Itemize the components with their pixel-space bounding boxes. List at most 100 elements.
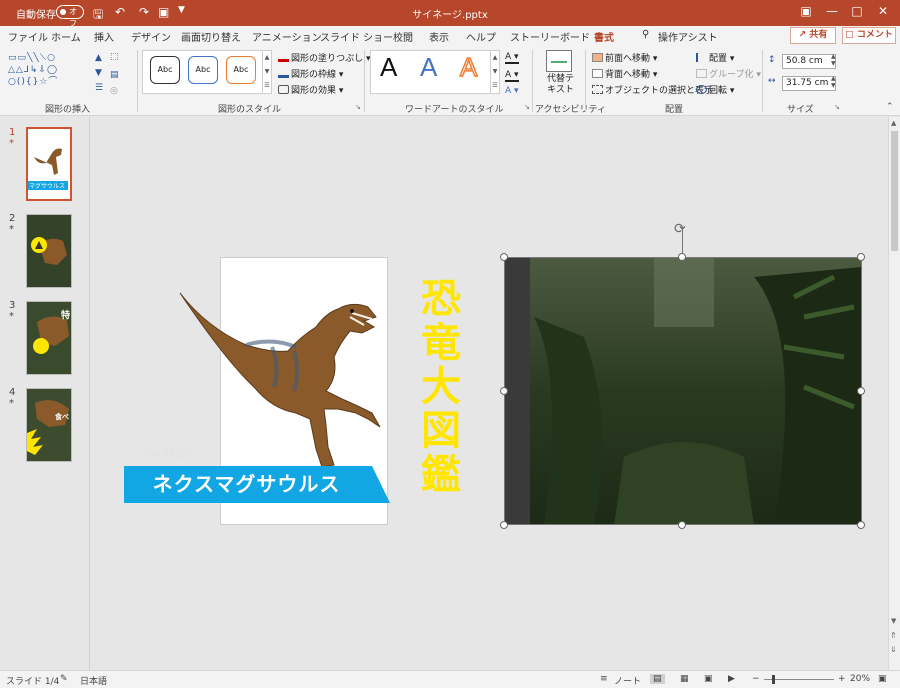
merge-shapes-icon: ◎ xyxy=(110,86,118,96)
bring-forward-button[interactable]: 前面へ移動 ▾ xyxy=(592,51,657,64)
scroll-up-icon[interactable]: ▲ xyxy=(891,119,896,127)
resize-handle-bottom-left[interactable] xyxy=(500,521,508,529)
zoom-level[interactable]: 20% xyxy=(850,674,870,684)
wordart-style-blue[interactable]: A xyxy=(420,52,437,83)
tab-design[interactable]: デザイン xyxy=(131,29,171,44)
tab-review[interactable]: 校閲 xyxy=(393,29,413,44)
comment-button[interactable]: □ コメント xyxy=(842,27,896,44)
resize-handle-bottom[interactable] xyxy=(678,521,686,529)
ribbon-display-icon[interactable]: ▣ xyxy=(796,4,816,18)
tab-storyboard[interactable]: ストーリーボード xyxy=(510,29,590,44)
shape-style-blue[interactable]: Abc xyxy=(188,56,218,84)
jungle-photo[interactable] xyxy=(504,257,862,525)
wordart-launcher-icon[interactable]: ↘ xyxy=(524,103,530,111)
zoom-in-icon[interactable]: + xyxy=(838,674,846,684)
shape-outline-button[interactable]: 図形の枠線 ▾ xyxy=(278,67,343,80)
shape-style-orange[interactable]: Abc xyxy=(226,56,256,84)
width-field[interactable]: 31.75 cm xyxy=(782,76,836,91)
send-backward-button[interactable]: 背面へ移動 ▾ xyxy=(592,67,657,80)
group-label-wordart: ワードアートのスタイル xyxy=(405,105,504,115)
text-outline-icon[interactable]: A ▾ xyxy=(505,70,519,82)
width-spinner[interactable]: ▲ ▼ xyxy=(831,75,836,89)
slide-thumbnail-3[interactable]: 特 xyxy=(26,301,72,375)
resize-handle-right[interactable] xyxy=(857,387,865,395)
maximize-icon[interactable]: □ xyxy=(847,4,867,18)
tab-help[interactable]: ヘルプ xyxy=(466,29,496,44)
resize-handle-top-right[interactable] xyxy=(857,253,865,261)
text-effects-icon[interactable]: A ▾ xyxy=(505,86,519,96)
scroll-down-icon[interactable]: ▼ xyxy=(891,617,896,625)
share-button[interactable]: ↗ 共有 xyxy=(790,27,836,44)
resize-handle-top-left[interactable] xyxy=(500,253,508,261)
tab-tell-me[interactable]: 操作アシスト xyxy=(658,29,718,44)
wordart-scroll[interactable]: ▲ ▼ ☰ xyxy=(490,50,500,94)
vertical-title[interactable]: 恐竜大図鑑 xyxy=(416,277,466,497)
language-indicator[interactable]: 日本語 xyxy=(80,674,107,687)
slide-counter: スライド 1/4 xyxy=(6,677,60,687)
tab-transitions[interactable]: 画面切り替え xyxy=(181,29,241,44)
selection-frame xyxy=(504,257,862,525)
tab-file[interactable]: ファイル xyxy=(8,29,48,44)
slide-thumbnail-1[interactable]: マグサウルス xyxy=(26,127,72,201)
proofing-icon[interactable]: ✎ xyxy=(60,674,68,684)
slide-number: 3 * xyxy=(9,300,15,322)
styles-scroll[interactable]: ▲ ▼ ☰ xyxy=(262,50,272,94)
slideshow-view-icon[interactable]: ▶ xyxy=(728,674,735,684)
close-icon[interactable]: ✕ xyxy=(873,4,893,18)
text-box-icon[interactable]: ▤ xyxy=(110,70,119,80)
resize-handle-top[interactable] xyxy=(678,253,686,261)
shape-fill-button[interactable]: 図形の塗りつぶし ▾ xyxy=(278,51,370,64)
reading-view-icon[interactable]: ▣ xyxy=(704,674,713,684)
prev-slide-icon[interactable]: ⇑ xyxy=(890,631,897,640)
tab-insert[interactable]: 挿入 xyxy=(94,29,114,44)
resize-handle-bottom-right[interactable] xyxy=(857,521,865,529)
alt-text-icon[interactable] xyxy=(546,50,572,72)
zoom-slider-thumb[interactable] xyxy=(772,675,775,684)
slide-sorter-icon[interactable]: ▦ xyxy=(680,674,689,684)
tab-slideshow[interactable]: スライド ショー xyxy=(320,29,393,44)
notes-button[interactable]: ノート xyxy=(614,674,641,687)
shape-style-dark[interactable]: Abc xyxy=(150,56,180,84)
wordart-style-black[interactable]: A xyxy=(380,52,397,83)
vertical-scrollbar[interactable]: ▲ ▼ ⇑ ⇓ xyxy=(888,117,900,670)
search-icon[interactable]: ⚲ xyxy=(642,29,649,40)
gallery-up-icon[interactable]: ▲ xyxy=(95,53,102,63)
shape-outline-label: 図形の枠線 xyxy=(291,70,337,80)
edit-shape-icon[interactable]: ⬚ xyxy=(110,52,119,62)
minimize-icon[interactable]: — xyxy=(822,4,842,18)
align-button[interactable]: 配置 ▾ xyxy=(696,51,734,64)
height-field[interactable]: 50.8 cm xyxy=(782,54,836,69)
tab-format[interactable]: 書式 xyxy=(594,29,614,48)
size-launcher-icon[interactable]: ↘ xyxy=(834,103,840,111)
fit-to-window-icon[interactable]: ▣ xyxy=(878,674,887,684)
tab-home[interactable]: ホーム xyxy=(51,29,81,44)
scroll-thumb[interactable] xyxy=(891,131,898,251)
notes-icon[interactable]: ≡ xyxy=(600,674,608,684)
shape-effects-button[interactable]: 図形の効果 ▾ xyxy=(278,83,343,96)
dinosaur-image[interactable] xyxy=(176,287,386,477)
text-fill-icon[interactable]: A ▾ xyxy=(505,52,519,64)
gallery-more-icon[interactable]: ☰ xyxy=(95,83,103,93)
normal-view-icon[interactable]: ▤ xyxy=(650,674,665,684)
zoom-out-icon[interactable]: − xyxy=(752,674,760,684)
next-slide-icon[interactable]: ⇓ xyxy=(890,645,897,654)
slide-number-text: 3 xyxy=(9,300,16,311)
ribbon-separator xyxy=(532,50,533,112)
shapes-gallery[interactable]: ▭▭╲╲⟍○ △△⅃↳⇩◯ ○(){}☆⌒ xyxy=(8,52,94,98)
shape-styles-launcher-icon[interactable]: ↘ xyxy=(355,103,361,111)
height-spinner[interactable]: ▲ ▼ xyxy=(831,53,836,67)
tab-view[interactable]: 表示 xyxy=(429,29,449,44)
rotate-handle-icon[interactable]: ⟳ xyxy=(674,221,686,237)
selection-pane-button[interactable]: オブジェクトの選択と表示 xyxy=(592,83,713,96)
slide-thumbnail-4[interactable]: 食べ xyxy=(26,388,72,462)
alt-text-line2: キスト xyxy=(547,85,574,95)
resize-handle-left[interactable] xyxy=(500,387,508,395)
wordart-style-orange[interactable]: A xyxy=(459,51,478,83)
rotate-button[interactable]: 回転 ▾ xyxy=(696,83,734,96)
slide-thumbnail-2[interactable] xyxy=(26,214,72,288)
alt-text-button[interactable]: 代替テ キスト xyxy=(547,74,574,96)
gallery-down-icon[interactable]: ▼ xyxy=(95,68,102,78)
slide-canvas[interactable]: ネクスマグサウルス No.0123 恐竜大図鑑 ⟳ xyxy=(91,117,888,670)
tab-animations[interactable]: アニメーション xyxy=(252,29,322,44)
collapse-ribbon-icon[interactable]: ⌃ xyxy=(886,102,894,112)
